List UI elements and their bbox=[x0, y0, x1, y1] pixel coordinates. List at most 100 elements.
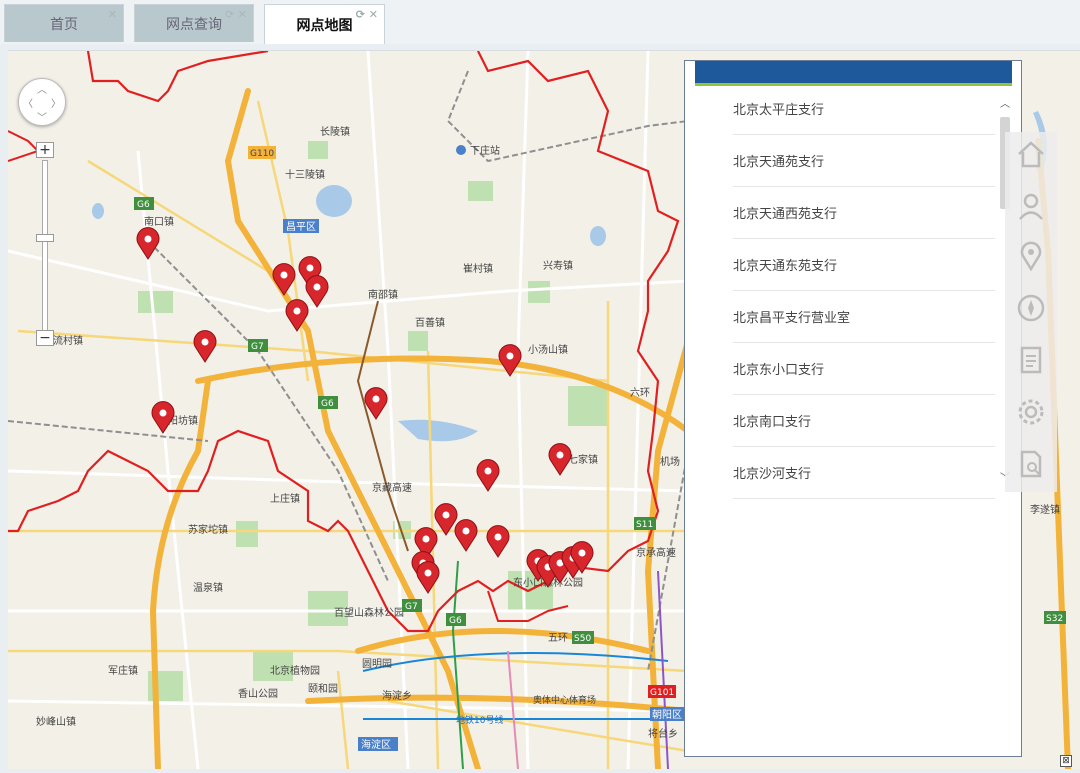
label-baiwangshan: 百望山森林公园 bbox=[334, 606, 404, 619]
scroll-up-icon[interactable]: ︿ bbox=[997, 95, 1013, 110]
pan-control[interactable]: ︿ ﹀ 〈 〉 bbox=[18, 78, 66, 126]
marker-dot bbox=[201, 338, 209, 346]
marker-dot bbox=[442, 511, 450, 519]
label-chaoyangqu: 朝阳区 bbox=[652, 709, 682, 721]
marker-dot bbox=[159, 409, 167, 417]
station-icon bbox=[456, 145, 466, 155]
branch-marker-icon[interactable] bbox=[272, 263, 296, 296]
pan-right-icon[interactable]: 〉 bbox=[51, 95, 61, 110]
shield-g6: G6 bbox=[321, 399, 334, 409]
branch-list-item[interactable]: 北京天通西苑支行 bbox=[733, 187, 995, 239]
refresh-close-icon[interactable]: ⟳ ✕ bbox=[356, 8, 378, 21]
marker-dot bbox=[313, 283, 321, 291]
label-baishan: 百善镇 bbox=[415, 316, 445, 329]
zoom-slider-track[interactable] bbox=[42, 160, 48, 332]
tab-home[interactable]: 首页 ✕ bbox=[4, 4, 124, 42]
marker-dot bbox=[422, 535, 430, 543]
label-xiangshan: 香山公园 bbox=[238, 688, 278, 700]
branch-marker-icon[interactable] bbox=[305, 275, 329, 308]
branch-marker-icon[interactable] bbox=[364, 387, 388, 420]
label-haidianqu: 海淀区 bbox=[361, 738, 391, 751]
map-toolbar bbox=[1005, 132, 1057, 492]
branch-list: 北京太平庄支行 北京天通苑支行 北京天通西苑支行 北京天通东苑支行 北京昌平支行营业室北… bbox=[733, 83, 995, 533]
branch-marker-icon[interactable] bbox=[193, 330, 217, 363]
branch-marker-icon[interactable] bbox=[416, 561, 440, 594]
branch-list-item[interactable]: 北京南口支行 bbox=[733, 395, 995, 447]
label-zhiwuyuan: 北京植物园 bbox=[270, 664, 320, 677]
branch-marker-icon[interactable] bbox=[136, 227, 160, 260]
label-yiheyuan: 颐和园 bbox=[308, 683, 338, 695]
shield-g101: G101 bbox=[650, 688, 674, 698]
branch-list-item[interactable]: 北京沙河支行 bbox=[733, 447, 995, 499]
zoom-control: + − bbox=[36, 142, 56, 352]
label-liucun: 流村镇 bbox=[53, 334, 83, 347]
branch-list-item[interactable]: 北京天通东苑支行 bbox=[733, 239, 995, 291]
marker-dot bbox=[462, 527, 470, 535]
pan-down-icon[interactable]: ﹀ bbox=[37, 109, 47, 124]
branch-list-item[interactable]: 北京太平庄支行 bbox=[733, 83, 995, 135]
shield-g110: G110 bbox=[250, 149, 274, 159]
compass-icon[interactable] bbox=[1015, 292, 1047, 324]
shield-s32: S32 bbox=[1046, 614, 1063, 624]
zoom-slider-handle[interactable] bbox=[36, 234, 54, 242]
branch-list-item[interactable]: 北京东小口支行 bbox=[733, 343, 995, 395]
marker-dot bbox=[280, 271, 288, 279]
label-jiangtai: 将台乡 bbox=[648, 727, 678, 740]
label-changling: 长陵镇 bbox=[320, 125, 350, 138]
marker-dot bbox=[293, 307, 301, 315]
branch-marker-icon[interactable] bbox=[548, 443, 572, 476]
label-nanshao: 南邵镇 bbox=[368, 288, 398, 301]
pan-up-icon[interactable]: ︿ bbox=[37, 81, 47, 96]
marker-dot bbox=[484, 467, 492, 475]
shield-g7: G7 bbox=[251, 342, 264, 352]
marker-dot bbox=[306, 264, 314, 272]
zoom-in-button[interactable]: + bbox=[36, 142, 54, 158]
settings-icon[interactable] bbox=[1015, 396, 1047, 428]
close-icon[interactable]: ✕ bbox=[108, 8, 117, 21]
pan-left-icon[interactable]: 〈 bbox=[23, 95, 33, 110]
tab-branch-map-label: 网点地图 bbox=[296, 17, 353, 34]
marker-dot bbox=[556, 451, 564, 459]
label-xiazhuang: 下庄站 bbox=[470, 144, 500, 157]
home-icon[interactable] bbox=[1015, 138, 1047, 170]
label-wuhuan: 五环 bbox=[548, 633, 568, 644]
label-yuanmingyuan: 圆明园 bbox=[362, 658, 392, 670]
branch-marker-icon[interactable] bbox=[151, 401, 175, 434]
label-subway: 地铁10号线 bbox=[456, 714, 503, 726]
zoom-out-button[interactable]: − bbox=[36, 330, 54, 346]
marker-dot bbox=[144, 235, 152, 243]
label-jingcheng: 京承高速 bbox=[636, 546, 676, 559]
location-icon[interactable] bbox=[1015, 240, 1047, 272]
branch-marker-icon[interactable] bbox=[454, 519, 478, 552]
label-aotizhongxin: 奥体中心体育场 bbox=[533, 694, 596, 706]
tab-branch-map[interactable]: 网点地图 ⟳ ✕ bbox=[264, 4, 385, 44]
label-jingzang: 京藏高速 bbox=[372, 481, 412, 494]
tab-branch-search-label: 网点查询 bbox=[166, 16, 222, 33]
branch-list-panel: 北京太平庄支行 北京天通苑支行 北京天通西苑支行 北京天通东苑支行 北京昌平支行营业室北… bbox=[684, 60, 1022, 757]
label-sujiatuo: 苏家坨镇 bbox=[188, 523, 228, 536]
tab-branch-search[interactable]: 网点查询 ⟳ ✕ bbox=[134, 4, 254, 42]
label-xiaotangshan: 小汤山镇 bbox=[528, 343, 568, 356]
tab-home-label: 首页 bbox=[50, 16, 78, 33]
label-wenquan: 温泉镇 bbox=[193, 581, 223, 594]
marker-dot bbox=[494, 533, 502, 541]
branch-marker-icon[interactable] bbox=[486, 525, 510, 558]
railways bbox=[8, 70, 689, 672]
collapse-icon[interactable]: ⊠ bbox=[1060, 755, 1072, 767]
shield-g7-south: G7 bbox=[405, 602, 418, 612]
label-nankou: 南口镇 bbox=[144, 215, 174, 228]
user-icon[interactable] bbox=[1015, 190, 1047, 222]
shield-g6-north: G6 bbox=[137, 200, 150, 210]
marker-dot bbox=[424, 569, 432, 577]
tab-bar: 首页 ✕ 网点查询 ⟳ ✕ 网点地图 ⟳ ✕ bbox=[0, 0, 1080, 44]
marker-dot bbox=[578, 549, 586, 557]
label-shisanling: 十三陵镇 bbox=[285, 168, 325, 181]
branch-list-item[interactable]: 北京昌平支行营业室 bbox=[733, 291, 995, 343]
label-liuhuan: 六环 bbox=[630, 387, 650, 399]
search-document-icon[interactable] bbox=[1015, 448, 1047, 480]
marker-dot bbox=[372, 395, 380, 403]
shield-s11: S11 bbox=[636, 520, 653, 530]
branch-list-item[interactable]: 北京天通苑支行 bbox=[733, 135, 995, 187]
document-icon[interactable] bbox=[1015, 344, 1047, 376]
refresh-close-icon[interactable]: ⟳ ✕ bbox=[225, 8, 247, 21]
